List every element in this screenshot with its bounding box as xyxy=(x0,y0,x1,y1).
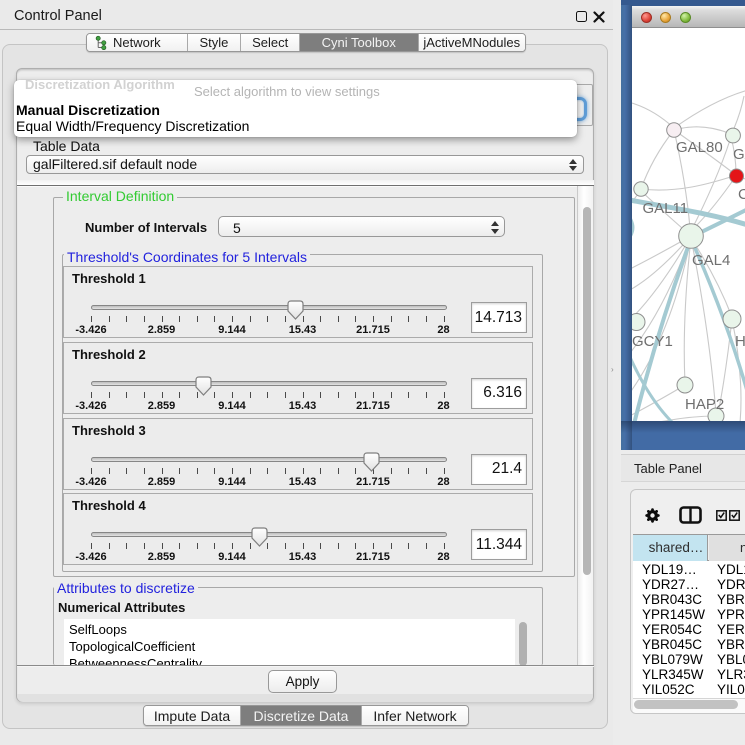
svg-text:C: C xyxy=(738,186,745,203)
svg-text:GAL80: GAL80 xyxy=(676,139,723,156)
svg-text:H: H xyxy=(735,333,745,350)
svg-text:HAP2: HAP2 xyxy=(685,396,724,413)
svg-text:GCY1: GCY1 xyxy=(632,333,673,350)
svg-text:GA: GA xyxy=(733,146,745,163)
svg-text:GAL4: GAL4 xyxy=(692,252,730,269)
svg-text:GAL11: GAL11 xyxy=(643,200,689,217)
